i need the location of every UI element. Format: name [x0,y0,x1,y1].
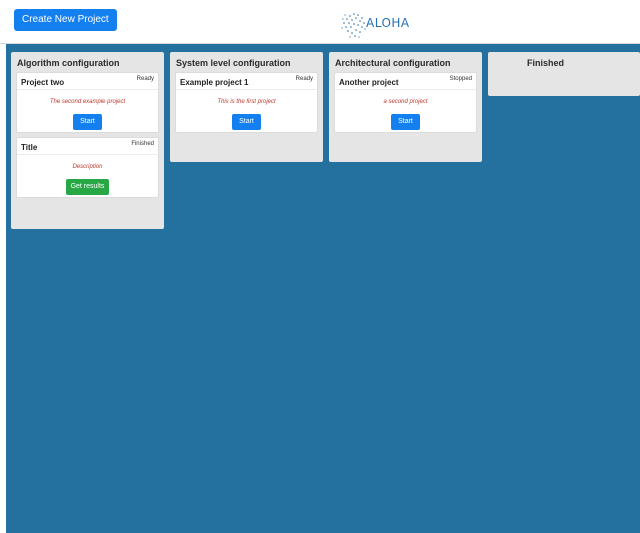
logo-text: ALOHA [366,16,410,30]
status-badge: Stopped [449,76,472,82]
start-button[interactable]: Start [232,114,261,130]
card-body: a second project Start [335,90,476,134]
column-finished: Finished [488,52,640,96]
top-bar: Create New Project ALOHA [0,0,640,44]
card-title: Example project 1 [180,78,249,87]
status-badge: Finished [131,141,154,147]
card-title: Another project [339,78,399,87]
card-body: The second example project Start [17,90,158,134]
project-card[interactable]: Title Finished Description Get results [16,137,159,198]
column-architectural-configuration: Architectural configuration Another proj… [329,52,482,162]
card-description: a second project [383,99,428,105]
column-title: System level configuration [176,58,291,68]
start-button[interactable]: Start [391,114,420,130]
project-card[interactable]: Example project 1 Ready This is the firs… [175,72,318,133]
column-title: Finished [527,58,565,68]
card-header: Title Finished [17,138,158,155]
card-description: This is the first project [217,99,276,105]
card-header: Example project 1 Ready [176,73,317,90]
card-title: Title [21,143,38,152]
status-badge: Ready [136,76,154,82]
card-body: This is the first project Start [176,90,317,134]
column-algorithm-configuration: Algorithm configuration Project two Read… [11,52,164,229]
card-description: The second example project [49,99,126,105]
card-header: Another project Stopped [335,73,476,90]
column-title: Algorithm configuration [17,58,120,68]
card-body: Description Get results [17,155,158,199]
project-card[interactable]: Another project Stopped a second project… [334,72,477,133]
column-system-level-configuration: System level configuration Example proje… [170,52,323,162]
column-title: Architectural configuration [335,58,451,68]
card-description: Description [72,164,103,170]
card-title: Project two [21,78,65,87]
project-card[interactable]: Project two Ready The second example pro… [16,72,159,133]
create-new-project-button[interactable]: Create New Project [14,9,117,31]
aloha-logo: ALOHA [338,9,410,41]
get-results-button[interactable]: Get results [65,179,110,195]
card-header: Project two Ready [17,73,158,90]
status-badge: Ready [295,76,313,82]
start-button[interactable]: Start [73,114,102,130]
brain-dots-icon [341,13,366,38]
